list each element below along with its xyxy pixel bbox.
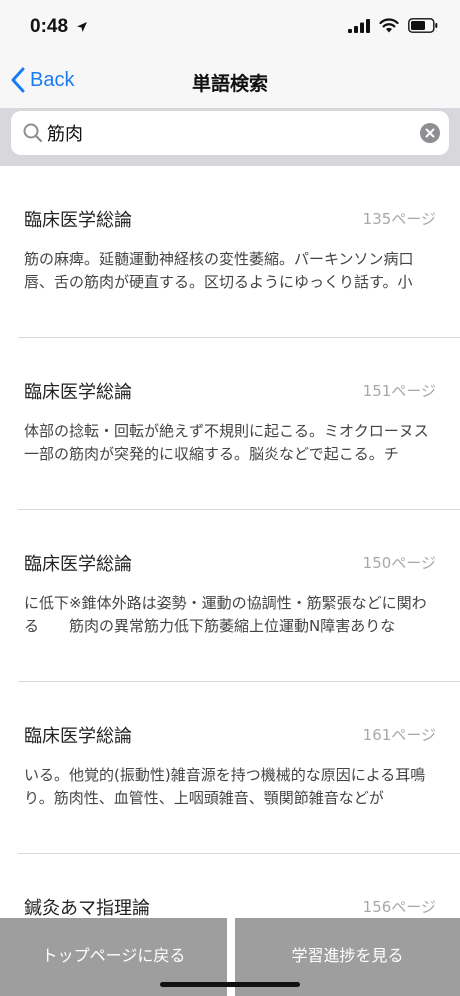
result-snippet: に低下※錐体外路は姿勢・運動の協調性・筋緊張などに関わる 筋肉の異常筋力低下筋萎…: [24, 594, 427, 635]
status-time: 0:48: [30, 16, 69, 37]
result-item[interactable]: 臨床医学総論 150ページ に低下※錐体外路は姿勢・運動の協調性・筋緊張などに関…: [18, 510, 460, 682]
search-results-list: 臨床医学総論 135ページ 筋の麻痺。延髄運動神経核の変性萎縮。パーキンソン病口…: [0, 166, 460, 996]
location-arrow-icon: [77, 22, 87, 32]
search-icon: [23, 123, 43, 143]
result-title: 臨床医学総論: [24, 726, 132, 747]
result-title: 臨床医学総論: [24, 554, 132, 575]
home-indicator[interactable]: [160, 982, 300, 987]
result-item[interactable]: 臨床医学総論 151ページ 体部の捻転・回転が絶えず不規則に起こる。ミオクローヌ…: [18, 338, 460, 510]
result-snippet: 筋の麻痺。延髄運動神経核の変性萎縮。パーキンソン病口唇、舌の筋肉が硬直する。区切…: [24, 250, 414, 291]
result-snippet: いる。他覚的(振動性)雑音源を持つ機械的な原因による耳鳴り。筋肉性、血管性、上咽…: [24, 766, 426, 807]
screen: 0:48 Back 単語検索 筋肉 臨床医学総論 135ページ 筋の麻痺。延髄運…: [0, 0, 460, 996]
result-item[interactable]: 臨床医学総論 161ページ いる。他覚的(振動性)雑音源を持つ機械的な原因による…: [18, 682, 460, 854]
result-snippet: 体部の捻転・回転が絶えず不規則に起こる。ミオクローヌス一部の筋肉が突発的に収縮す…: [24, 422, 429, 463]
battery-icon: [408, 18, 438, 33]
search-field[interactable]: [11, 111, 449, 155]
navigation-bar: Back 単語検索: [0, 56, 460, 109]
result-title: 臨床医学総論: [24, 382, 132, 403]
result-item[interactable]: 臨床医学総論 135ページ 筋の麻痺。延髄運動神経核の変性萎縮。パーキンソン病口…: [18, 166, 460, 338]
clear-search-icon[interactable]: [420, 123, 440, 143]
status-indicators: [348, 18, 438, 33]
result-page: 156ページ: [362, 898, 436, 916]
result-page: 151ページ: [362, 382, 436, 400]
search-bar-container: [0, 108, 460, 166]
result-page: 135ページ: [362, 210, 436, 228]
wifi-icon: [379, 18, 399, 33]
page-title: 単語検索: [191, 73, 268, 95]
search-input[interactable]: [47, 111, 407, 155]
result-title: 臨床医学総論: [24, 210, 132, 231]
signal-icon: [348, 18, 370, 33]
result-title: 鍼灸あマ指理論: [24, 898, 150, 919]
result-page: 161ページ: [362, 726, 436, 744]
result-page: 150ページ: [362, 554, 436, 572]
status-bar: 0:48: [0, 0, 460, 56]
